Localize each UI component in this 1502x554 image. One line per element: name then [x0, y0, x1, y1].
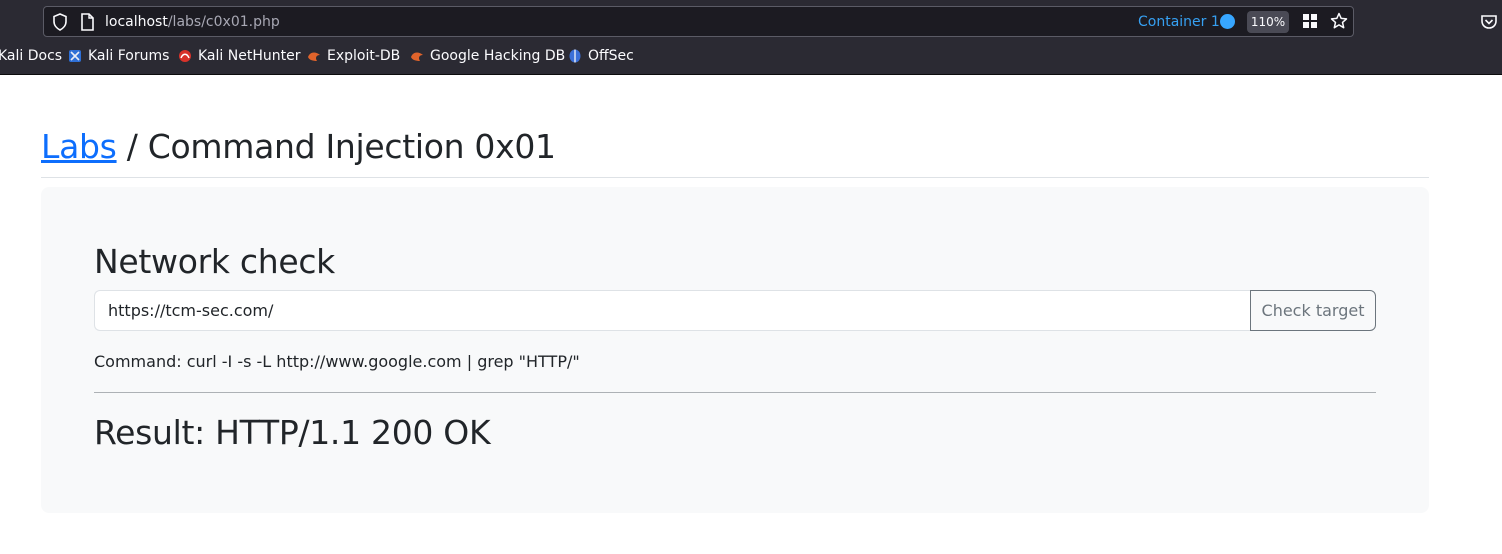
breadcrumb-separator: / [116, 127, 148, 166]
bookmark-exploit-db[interactable]: Exploit-DB [307, 48, 400, 64]
target-input-group: Check target [94, 290, 1376, 331]
google-hacking-db-icon [410, 49, 424, 63]
bookmark-star-icon[interactable] [1330, 12, 1348, 34]
url-text[interactable]: localhost/labs/c0x01.php [105, 14, 280, 30]
bookmark-kali-nethunter[interactable]: Kali NetHunter [178, 48, 300, 64]
result-text: Result: HTTP/1.1 200 OK [94, 413, 491, 452]
url-host: localhost [105, 14, 168, 30]
breadcrumb-labs-link[interactable]: Labs [41, 127, 117, 166]
browser-chrome: localhost/labs/c0x01.php Container 1 110… [0, 0, 1502, 75]
address-bar[interactable]: localhost/labs/c0x01.php Container 1 110… [43, 6, 1354, 37]
bookmark-label: Kali NetHunter [198, 48, 301, 64]
card-heading: Network check [94, 242, 335, 281]
target-url-input[interactable] [94, 290, 1251, 331]
bookmark-label: Kali Forums [88, 48, 170, 64]
bookmark-label: Kali Docs [0, 48, 63, 64]
bookmark-label: Google Hacking DB [430, 48, 566, 64]
title-divider [41, 177, 1429, 178]
offsec-icon [568, 49, 582, 63]
pocket-icon[interactable] [1480, 13, 1498, 35]
url-path: /labs/c0x01.php [167, 14, 280, 30]
container-circle-icon [1220, 14, 1235, 29]
kali-nethunter-icon [178, 49, 192, 63]
extensions-grid-icon[interactable] [1302, 13, 1318, 33]
shield-icon[interactable] [52, 13, 68, 35]
bookmark-kali-forums[interactable]: Kali Forums [68, 48, 169, 64]
bookmark-google-hacking-db[interactable]: Google Hacking DB [410, 48, 565, 64]
card-divider [94, 392, 1376, 393]
network-check-card: Network check Check target Command: curl… [41, 187, 1429, 513]
bookmark-kali-docs[interactable]: Kali Docs [0, 48, 62, 64]
breadcrumb-current: Command Injection 0x01 [147, 127, 556, 166]
kali-forums-icon [68, 49, 82, 63]
container-label[interactable]: Container 1 [1138, 14, 1220, 30]
command-text: Command: curl -I -s -L http://www.google… [94, 352, 580, 371]
bookmark-label: Exploit-DB [327, 48, 401, 64]
bookmark-label: OffSec [588, 48, 634, 64]
zoom-level-button[interactable]: 110% [1247, 11, 1289, 33]
bookmark-offsec[interactable]: OffSec [568, 48, 634, 64]
check-target-button[interactable]: Check target [1250, 290, 1376, 331]
exploit-db-icon [307, 49, 321, 63]
page-icon[interactable] [80, 13, 94, 35]
page-title: Labs / Command Injection 0x01 [41, 127, 556, 166]
